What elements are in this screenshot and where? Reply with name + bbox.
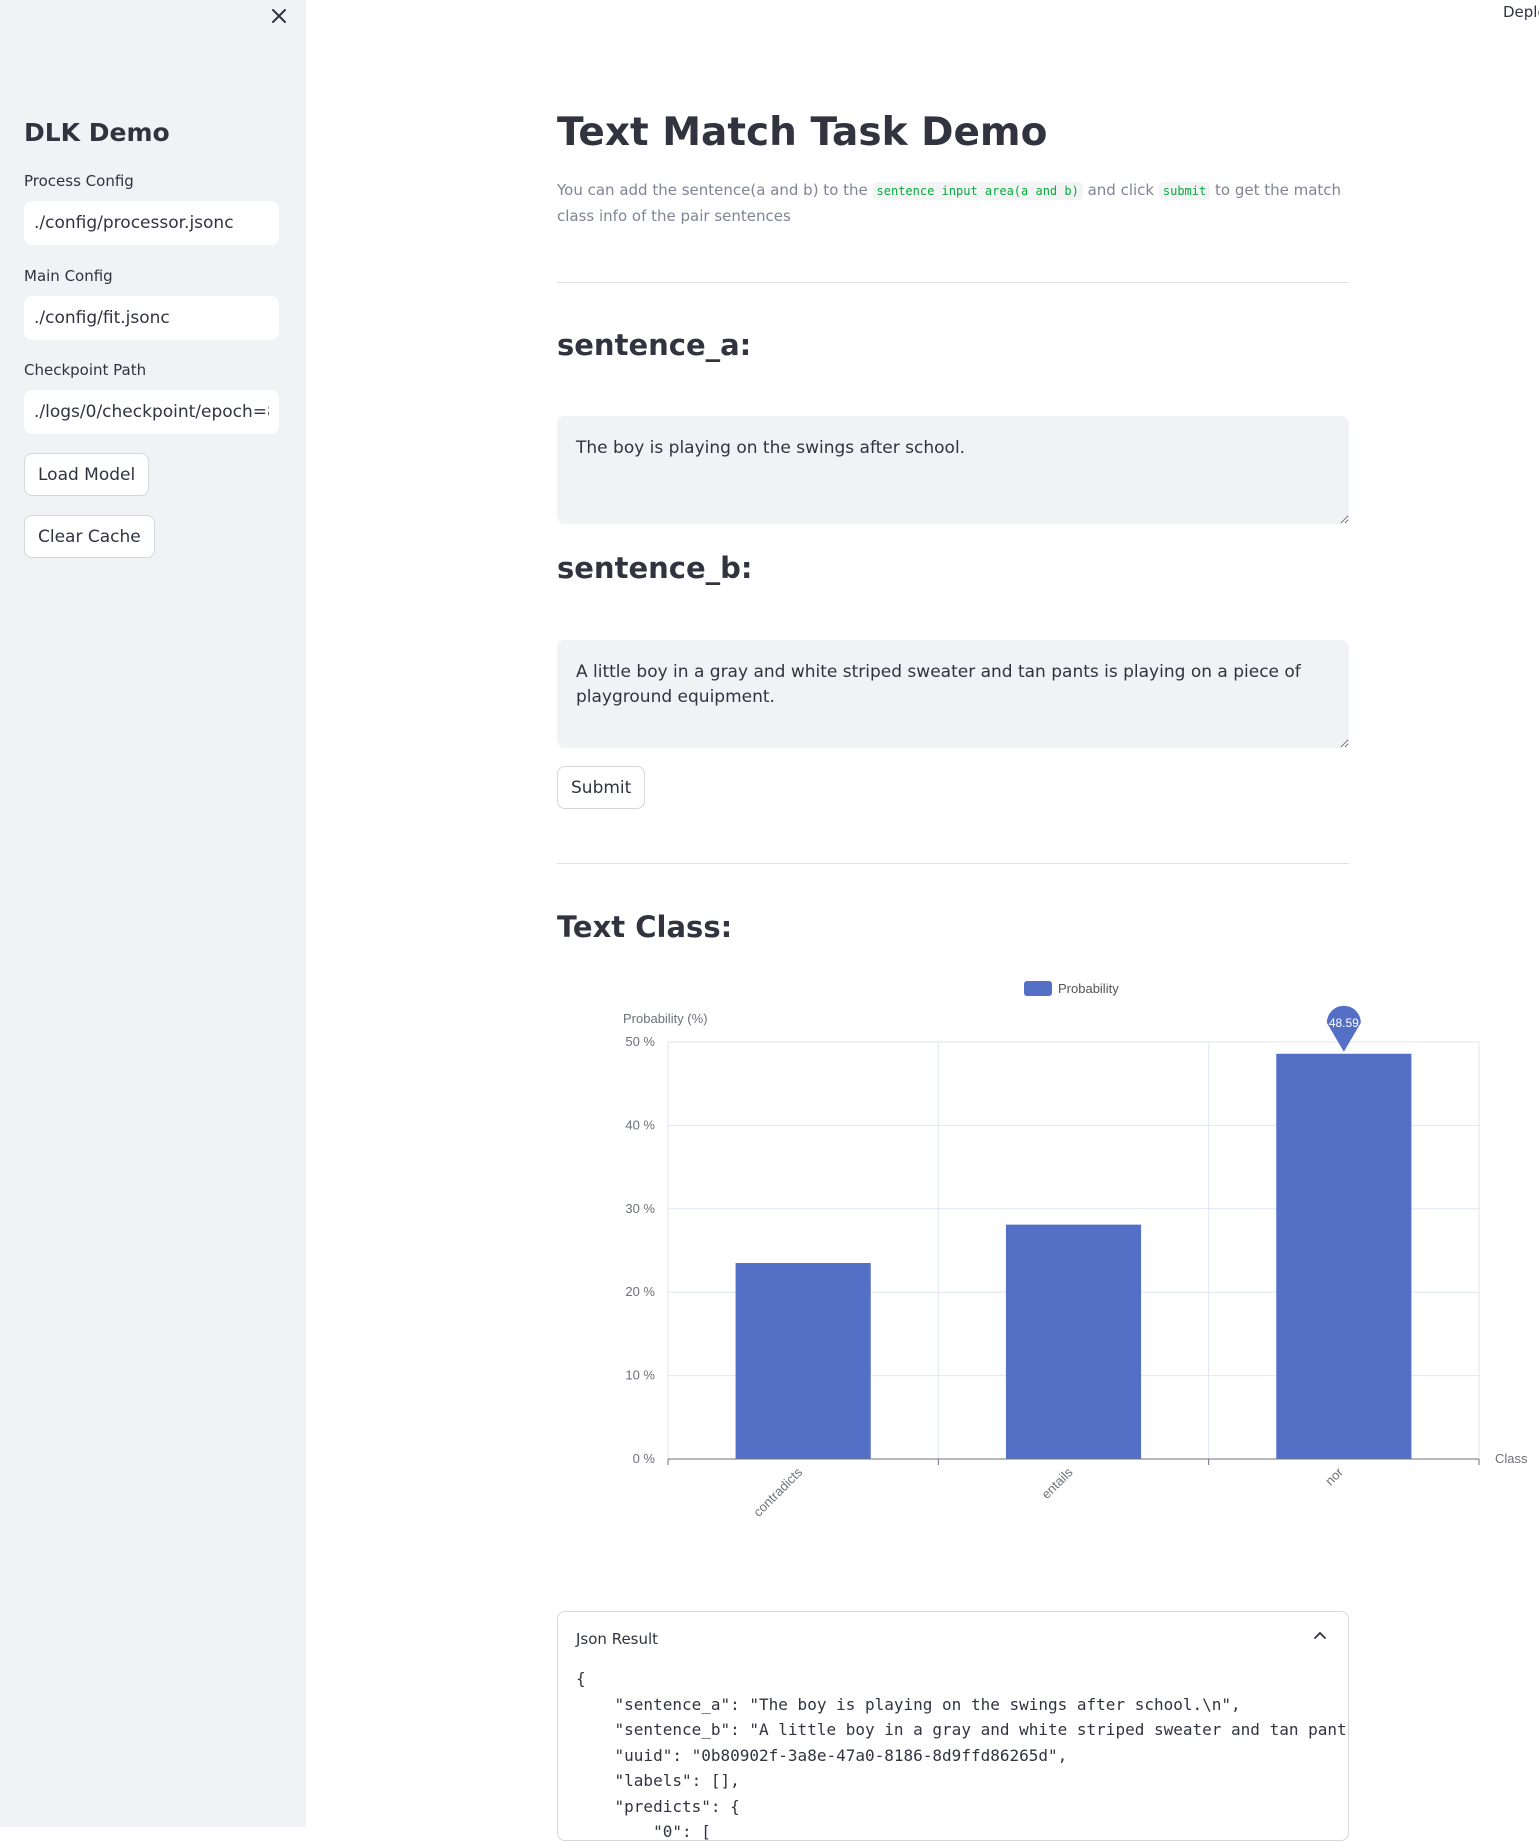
chevron-up-icon[interactable] [1308,1624,1332,1648]
description-text: You can add the sentence(a and b) to the [557,181,873,199]
json-line: { [576,1669,586,1688]
main-config-input[interactable] [24,296,279,340]
y-tick-label: 40 % [625,1117,655,1132]
bar-nor [1276,1053,1412,1459]
description-code: submit [1158,182,1211,200]
y-tick-label: 30 % [625,1201,655,1216]
sentence-b-input[interactable]: A little boy in a gray and white striped… [557,640,1349,748]
submit-button[interactable]: Submit [557,766,646,809]
json-line: "uuid": "0b80902f-3a8e-47a0-8186-8d9ffd8… [576,1745,1068,1765]
y-tick-label: 20 % [625,1284,655,1299]
close-icon [272,9,286,23]
x-tick-label: entails [1038,1464,1076,1502]
json-result-title: Json Result [576,1630,659,1648]
checkpoint-path-input[interactable] [24,390,279,434]
sidebar: DLK Demo Process Config Main Config Chec… [0,0,306,1827]
max-marker-label: 48.59 [1329,1016,1359,1030]
description-code: sentence input area(a and b) [872,182,1083,200]
x-tick-label: contradicts [750,1464,805,1519]
x-axis-label: Class [1495,1451,1528,1466]
json-line: "sentence_a": "The boy is playing on the… [576,1694,1241,1714]
legend-label: Probability [1058,981,1119,996]
json-line: "0": [ [576,1822,711,1841]
y-axis-label: Probability (%) [623,1011,708,1026]
close-sidebar-button[interactable] [266,3,292,29]
y-tick-label: 0 % [633,1451,656,1466]
json-result-body: { "sentence_a": "The boy is playing on t… [576,1666,1347,1841]
sentence-a-input[interactable]: The boy is playing on the swings after s… [557,416,1349,524]
bar-contradicts [735,1263,871,1459]
load-model-button[interactable]: Load Model [24,453,150,496]
chart-axes [667,1458,1480,1465]
page-title: Text Match Task Demo [557,110,1048,155]
description-text: and click [1082,181,1159,199]
x-tick-label: nor [1322,1464,1346,1488]
json-result-expander[interactable]: Json Result { "sentence_a": "The boy is … [557,1611,1349,1841]
json-line: "sentence_b": "A little boy in a gray an… [576,1720,1347,1739]
sidebar-title: DLK Demo [24,118,170,147]
sentence-b-heading: sentence_b: [557,551,753,585]
sentence-a-heading: sentence_a: [557,328,752,362]
legend-swatch [1024,981,1052,996]
y-tick-label: 10 % [625,1368,655,1383]
divider [557,282,1349,283]
page-description: You can add the sentence(a and b) to the… [557,178,1349,229]
process-config-label: Process Config [24,172,134,190]
checkpoint-path-label: Checkpoint Path [24,361,147,379]
process-config-input[interactable] [24,201,279,245]
bar-entails [1005,1224,1142,1459]
divider [557,863,1349,864]
chart-bars [735,1053,1412,1459]
main-config-label: Main Config [24,267,113,285]
json-line: "predicts": { [576,1796,740,1816]
y-tick-label: 50 % [625,1034,655,1049]
json-line: "labels": [], [576,1771,740,1790]
probability-bar-chart: Probability (%) 0 % 10 % 20 % 30 % 40 % 50 % co… [623,981,1528,1520]
deploy-button[interactable]: Deplo [1503,3,1539,21]
text-class-heading: Text Class: [557,910,733,944]
clear-cache-button[interactable]: Clear Cache [24,515,155,558]
